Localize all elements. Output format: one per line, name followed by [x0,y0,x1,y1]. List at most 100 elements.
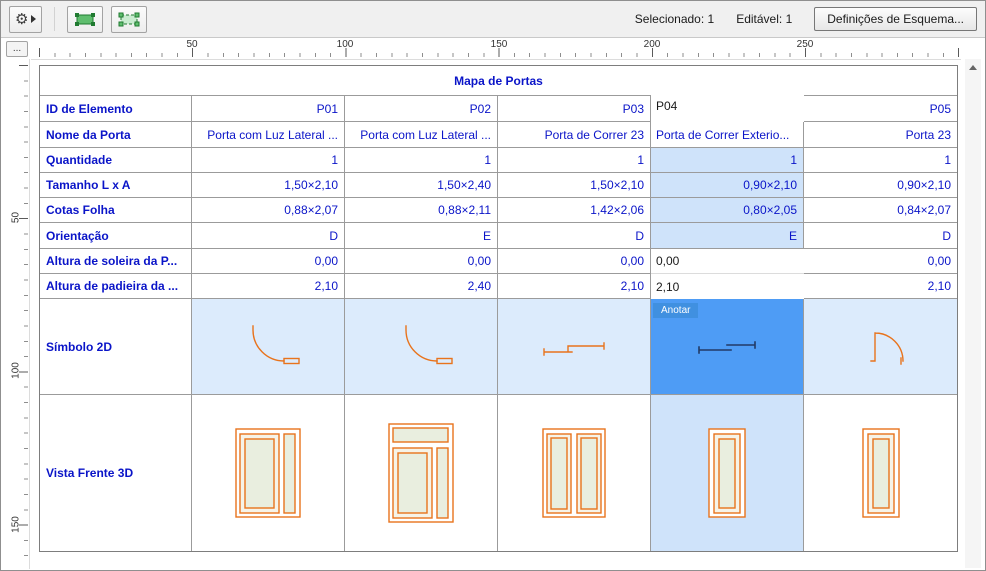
cell-vista-p05[interactable] [804,395,957,551]
ruler-options-button[interactable]: ... [6,41,28,57]
cell-simbolo-p05[interactable] [804,299,957,395]
cell-nome-p01[interactable]: Porta com Luz Lateral ... [192,122,345,148]
cell-vista-p04[interactable] [651,395,804,551]
cell-orientacao-p05[interactable]: D [804,223,957,249]
schedule-settings-button[interactable]: ⚙ [9,5,43,33]
cell-tamanho-p02[interactable]: 1,50×2,40 [345,173,498,198]
toolbar-separator [54,7,56,31]
edit-field-soleira-p04[interactable]: 0,00 [651,249,804,274]
ruler-label: 100 [10,362,22,379]
dropdown-arrow-icon [31,15,37,23]
up-arrow-icon [969,64,977,70]
cell-cotas-p05[interactable]: 0,84×2,07 [804,198,957,223]
archicad-door-schedule-window: ⚙ Selecionado: 1 Editável: 1 Definições … [0,0,986,571]
cell-qtd-p02[interactable]: 1 [345,148,498,173]
green-selection-outline-icon [118,12,140,26]
cell-tamanho-p01[interactable]: 1,50×2,10 [192,173,345,198]
cell-simbolo-p03[interactable] [498,299,651,395]
highlight-items-button[interactable] [67,5,104,33]
door-with-sidelight-front-view [235,428,301,518]
row-label-padieira: Altura de padieira da ... [40,274,192,299]
swing-door-2d-symbol [252,324,300,364]
row-label-soleira: Altura de soleira da P... [40,249,192,274]
row-label-simbolo-2d: Símbolo 2D [40,299,192,395]
cell-nome-p03[interactable]: Porta de Correr 23 [498,122,651,148]
ruler-label: 100 [336,39,354,50]
cell-vista-p01[interactable] [192,395,345,551]
cell-orientacao-p04[interactable]: E [651,223,804,249]
cell-cotas-p02[interactable]: 0,88×2,11 [345,198,498,223]
cell-cotas-p01[interactable]: 0,88×2,07 [192,198,345,223]
ruler-label: 200 [643,39,661,50]
cell-tamanho-p03[interactable]: 1,50×2,10 [498,173,651,198]
cell-soleira-p03[interactable]: 0,00 [498,249,651,274]
toolbar: ⚙ Selecionado: 1 Editável: 1 Definições … [1,1,985,38]
cell-id-p02[interactable]: P02 [345,96,498,122]
sliding-door-2d-symbol [543,341,605,356]
edit-items-button[interactable] [111,5,148,33]
sliding-door-2d-symbol-selected [698,340,756,354]
row-label-nome: Nome da Porta [40,122,192,148]
scroll-up-button[interactable] [965,59,981,75]
edit-field-id-p04[interactable]: P04 [651,90,804,122]
cell-orientacao-p01[interactable]: D [192,223,345,249]
ruler-label: 50 [186,39,198,50]
cell-soleira-p05[interactable]: 0,00 [804,249,957,274]
cell-id-p05[interactable]: P05 [804,96,957,122]
cell-tamanho-p05[interactable]: 0,90×2,10 [804,173,957,198]
cell-qtd-p01[interactable]: 1 [192,148,345,173]
row-label-tamanho: Tamanho L x A [40,173,192,198]
cell-simbolo-p02[interactable] [345,299,498,395]
single-door-front-view [708,428,746,518]
cell-qtd-p03[interactable]: 1 [498,148,651,173]
cell-cotas-p03[interactable]: 1,42×2,06 [498,198,651,223]
cell-id-p03[interactable]: P03 [498,96,651,122]
ruler-label: 150 [490,39,508,50]
ruler-label: 250 [796,39,814,50]
cell-orientacao-p02[interactable]: E [345,223,498,249]
status-editable: Editável: 1 [736,12,793,26]
door-with-sidelight-transom-front-view [388,423,454,523]
horizontal-ruler: 50 100 150 200 250 [31,38,961,60]
door-schedule-table: Mapa de Portas ID de Elemento P01 P02 P0… [39,65,958,552]
toolbar-right-group: Selecionado: 1 Editável: 1 Definições de… [635,7,977,31]
cell-id-p01[interactable]: P01 [192,96,345,122]
cell-cotas-p04[interactable]: 0,80×2,05 [651,198,804,223]
cell-nome-p05[interactable]: Porta 23 [804,122,957,148]
cell-orientacao-p03[interactable]: D [498,223,651,249]
row-label-orientacao: Orientação [40,223,192,249]
cell-vista-p03[interactable] [498,395,651,551]
status-selected: Selecionado: 1 [634,12,715,26]
cell-soleira-p02[interactable]: 0,00 [345,249,498,274]
ruler-label: 150 [10,516,22,533]
annotate-button[interactable]: Anotar [653,303,699,318]
ruler-label: 50 [10,211,22,224]
row-label-cotas: Cotas Folha [40,198,192,223]
edit-field-padieira-p04[interactable]: 2,10 [651,274,804,299]
vertical-ruler: 50 100 150 [5,59,30,569]
row-label-id: ID de Elemento [40,96,192,122]
row-label-vista-frente-3d: Vista Frente 3D [40,395,192,551]
cell-padieira-p05[interactable]: 2,10 [804,274,957,299]
swing-door-2d-symbol [405,324,453,364]
cell-vista-p02[interactable] [345,395,498,551]
cell-padieira-p03[interactable]: 2,10 [498,274,651,299]
single-door-front-view [861,428,900,518]
row-label-quantidade: Quantidade [40,148,192,173]
cell-soleira-p01[interactable]: 0,00 [192,249,345,274]
cell-tamanho-p04[interactable]: 0,90×2,10 [651,173,804,198]
schedule-title: Mapa de Portas [40,66,957,96]
cell-nome-p04[interactable]: Porta de Correr Exterio... [651,122,804,148]
ruler-major-ticks [19,65,28,569]
gear-icon: ⚙ [15,10,29,28]
cell-nome-p02[interactable]: Porta com Luz Lateral ... [345,122,498,148]
cell-padieira-p02[interactable]: 2,40 [345,274,498,299]
green-selection-icon [75,12,96,26]
cell-simbolo-p01[interactable] [192,299,345,395]
cell-qtd-p04[interactable]: 1 [651,148,804,173]
vertical-scrollbar[interactable] [965,59,981,568]
cell-padieira-p01[interactable]: 2,10 [192,274,345,299]
scheme-settings-button[interactable]: Definições de Esquema... [814,7,977,31]
edit-fields-alturas-p04: 0,00 2,10 [651,249,804,299]
cell-qtd-p05[interactable]: 1 [804,148,957,173]
